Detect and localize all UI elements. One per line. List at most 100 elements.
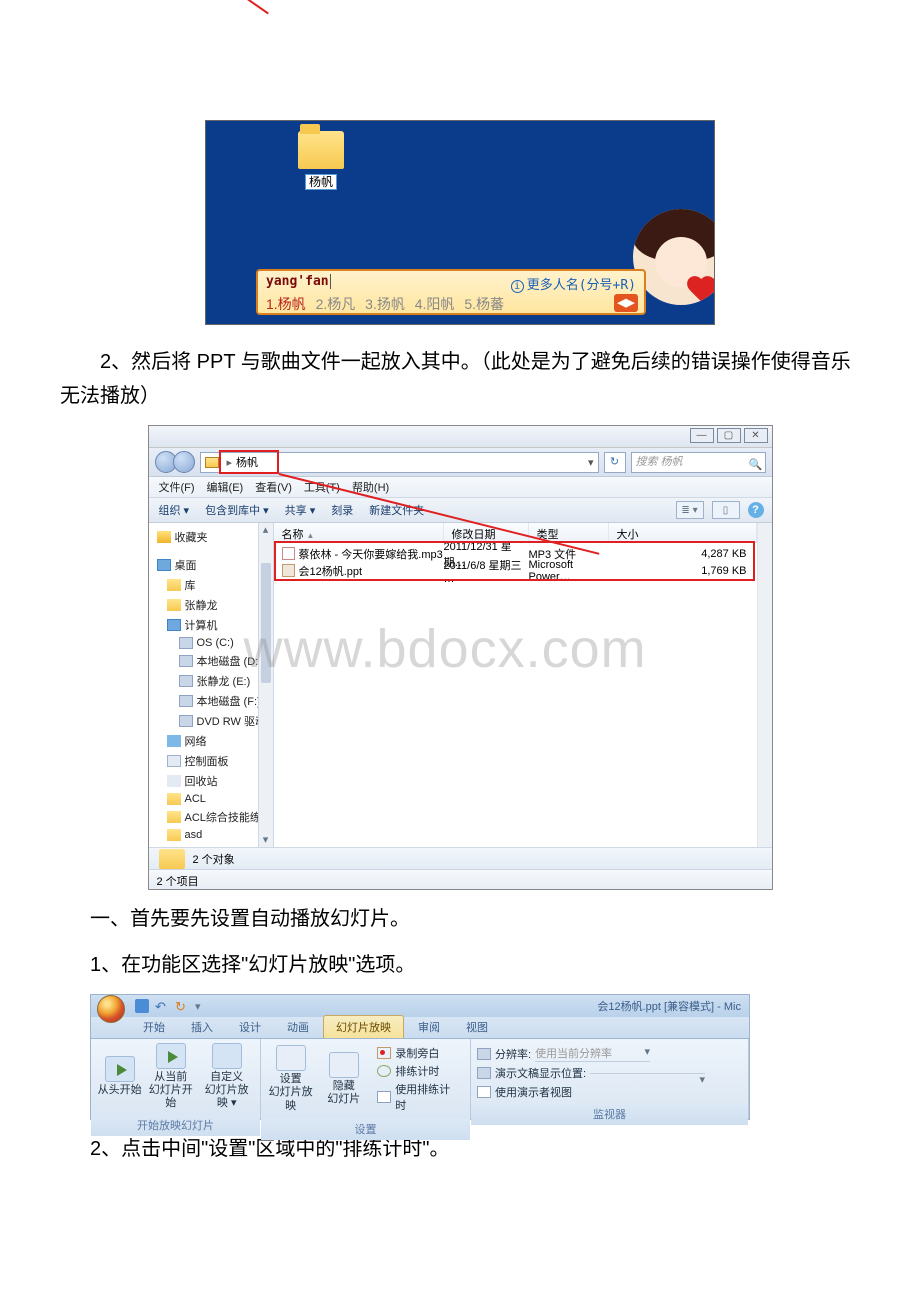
- filepane-scrollbar[interactable]: [757, 523, 772, 847]
- view-mode-button[interactable]: ≣ ▾: [676, 501, 704, 519]
- ribbon-body: 从头开始 从当前 幻灯片开始 自定义 幻灯片放映 ▾ 开始放映幻灯片: [91, 1039, 749, 1119]
- folder-icon: [298, 131, 344, 169]
- tb-organize[interactable]: 组织 ▾: [159, 502, 190, 518]
- menu-view[interactable]: 查看(V): [255, 479, 292, 495]
- paragraph-step-2-2: 2、点击中间"设置"区域中的"排练计时"。: [90, 1132, 860, 1166]
- record-icon: [377, 1047, 391, 1059]
- ime-input-text: yang'fan: [266, 274, 331, 293]
- watermark-text: www.bdocx.com: [244, 618, 647, 680]
- redo-icon[interactable]: ↻: [175, 999, 189, 1013]
- sidebar-item[interactable]: ACL: [185, 793, 206, 805]
- search-icon: 🔍: [749, 456, 761, 468]
- desktop-icon: [157, 559, 171, 571]
- address-bar-row: ▸ 杨帆 ▾ ↻ 搜索 杨帆 🔍: [149, 448, 772, 477]
- sidebar-item[interactable]: 桌面: [175, 557, 197, 573]
- resolution-row[interactable]: 分辨率: 使用当前分辨率▾: [477, 1045, 658, 1062]
- maximize-button[interactable]: ▢: [717, 428, 741, 443]
- ime-candidates[interactable]: 1.杨帆 2.杨凡 3.扬帆 4.阳帆 5.杨蕃: [266, 294, 510, 314]
- minimize-button[interactable]: —: [690, 428, 714, 443]
- menu-file[interactable]: 文件(F): [159, 479, 195, 495]
- custom-show-icon: [212, 1043, 242, 1069]
- use-timings-checkbox[interactable]: 使用排练计时: [377, 1081, 460, 1113]
- screenshot-explorer: — ▢ ✕ ▸ 杨帆 ▾ ↻ 搜索 杨帆 🔍 文件(F) 编辑(E) 查看(V)…: [148, 425, 773, 890]
- desktop-folder[interactable]: 杨帆: [292, 131, 350, 192]
- sidebar-item[interactable]: 计算机: [185, 617, 218, 633]
- ribbon-group-label: 设置: [261, 1119, 470, 1140]
- menu-edit[interactable]: 编辑(E): [207, 479, 244, 495]
- hide-slide-button[interactable]: 隐藏 幻灯片: [320, 1052, 367, 1106]
- sidebar-item[interactable]: asd: [185, 829, 203, 841]
- presenter-view-checkbox[interactable]: 使用演示者视图: [477, 1084, 580, 1100]
- setup-slideshow-button[interactable]: 设置 幻灯片放映: [267, 1045, 314, 1113]
- ribbon-tabs: 开始 插入 设计 动画 幻灯片放映 审阅 视图: [91, 1017, 749, 1039]
- window-titlebar: — ▢ ✕: [149, 426, 772, 448]
- quick-access-toolbar: ↶ ↻ ▾ 会12杨帆.ppt [兼容模式] - Mic: [91, 995, 749, 1017]
- red-highlight-path: [221, 452, 277, 472]
- red-highlight-files: [276, 543, 753, 579]
- office-button[interactable]: [95, 995, 129, 1017]
- sidebar-item[interactable]: 回收站: [185, 773, 218, 789]
- ime-more-hint: i更多人名(分号+R): [511, 274, 636, 293]
- ribbon-group-monitors: 分辨率: 使用当前分辨率▾ 演示文稿显示位置: ▾ 使用演示者视图 监视器: [471, 1039, 749, 1119]
- tab-animation[interactable]: 动画: [275, 1016, 321, 1038]
- from-current-button[interactable]: 从当前 幻灯片开始: [148, 1043, 193, 1111]
- tab-design[interactable]: 设计: [227, 1016, 273, 1038]
- sidebar-item[interactable]: OS (C:): [197, 637, 234, 649]
- play-icon: [105, 1056, 135, 1082]
- preview-pane-button[interactable]: ▯: [712, 501, 740, 519]
- sidebar-item[interactable]: 张静龙: [185, 597, 218, 613]
- details-pane: 2 个对象: [149, 847, 772, 869]
- sidebar-item[interactable]: 本地磁盘 (F:): [197, 693, 261, 709]
- search-input[interactable]: 搜索 杨帆 🔍: [631, 452, 766, 473]
- tab-view[interactable]: 视图: [454, 1016, 500, 1038]
- tab-slideshow[interactable]: 幻灯片放映: [323, 1015, 404, 1038]
- refresh-button[interactable]: ↻: [604, 452, 626, 473]
- section-heading-1: 一、首先要先设置自动播放幻灯片。: [90, 902, 860, 936]
- tb-share[interactable]: 共享 ▾: [285, 502, 316, 518]
- from-beginning-button[interactable]: 从头开始: [97, 1056, 142, 1097]
- save-icon[interactable]: [135, 999, 149, 1013]
- breadcrumb-path[interactable]: ▸ 杨帆 ▾: [200, 452, 599, 473]
- checkbox-icon: [377, 1091, 391, 1103]
- folder-icon: [205, 457, 219, 468]
- folder-label: 杨帆: [305, 174, 337, 190]
- tb-include-lib[interactable]: 包含到库中 ▾: [205, 502, 269, 518]
- ribbon-group-label: 监视器: [471, 1104, 748, 1125]
- tab-insert[interactable]: 插入: [179, 1016, 225, 1038]
- undo-icon[interactable]: ↶: [155, 999, 169, 1013]
- menu-bar[interactable]: 文件(F) 编辑(E) 查看(V) 工具(T) 帮助(H): [149, 477, 772, 498]
- sidebar-item[interactable]: 网络: [185, 733, 207, 749]
- favorites-icon: [157, 531, 171, 543]
- nav-forward-button[interactable]: [173, 451, 195, 473]
- rehearse-timings-button[interactable]: 排练计时: [377, 1063, 460, 1079]
- tab-review[interactable]: 审阅: [406, 1016, 452, 1038]
- sidebar-item[interactable]: 张静龙 (E:): [197, 673, 251, 689]
- monitor-icon: [477, 1048, 491, 1060]
- file-list-pane: 名称▲ 修改日期 类型 大小 蔡依林 - 今天你要嫁给我.mp3 2011/12…: [274, 523, 772, 847]
- close-button[interactable]: ✕: [744, 428, 768, 443]
- display-on-row[interactable]: 演示文稿显示位置: ▾: [477, 1065, 713, 1081]
- ime-page-arrows[interactable]: ◀▶: [614, 294, 638, 312]
- screenshot-ppt-ribbon: ↶ ↻ ▾ 会12杨帆.ppt [兼容模式] - Mic 开始 插入 设计 动画…: [90, 994, 750, 1120]
- checkbox-icon: [477, 1086, 491, 1098]
- folder-icon: [159, 849, 185, 869]
- screenshot-desktop-ime: 杨帆 yang'fan i更多人名(分号+R) 1.杨帆 2.杨凡 3.扬帆 4…: [205, 120, 715, 325]
- ribbon-group-start-show: 从头开始 从当前 幻灯片开始 自定义 幻灯片放映 ▾ 开始放映幻灯片: [91, 1039, 261, 1119]
- custom-show-button[interactable]: 自定义 幻灯片放映 ▾: [199, 1043, 254, 1111]
- tb-burn[interactable]: 刻录: [331, 502, 353, 518]
- red-annotation-arrow: [243, 0, 269, 14]
- clock-icon: [377, 1065, 391, 1077]
- sidebar-scrollbar[interactable]: ▴▾: [258, 523, 273, 847]
- ribbon-group-label: 开始放映幻灯片: [91, 1115, 260, 1136]
- favorites-header[interactable]: 收藏夹: [175, 529, 208, 545]
- help-button[interactable]: ?: [748, 502, 764, 518]
- hide-slide-icon: [329, 1052, 359, 1078]
- sidebar-item[interactable]: 控制面板: [185, 753, 229, 769]
- window-title: 会12杨帆.ppt [兼容模式] - Mic: [597, 998, 741, 1014]
- record-narration-button[interactable]: 录制旁白: [377, 1045, 460, 1061]
- play-icon: [156, 1043, 186, 1069]
- paragraph-step-1-1: 1、在功能区选择"幻灯片放映"选项。: [90, 948, 860, 982]
- sidebar-item[interactable]: 库: [185, 577, 196, 593]
- tab-home[interactable]: 开始: [131, 1016, 177, 1038]
- ime-popup: yang'fan i更多人名(分号+R) 1.杨帆 2.杨凡 3.扬帆 4.阳帆…: [256, 269, 646, 315]
